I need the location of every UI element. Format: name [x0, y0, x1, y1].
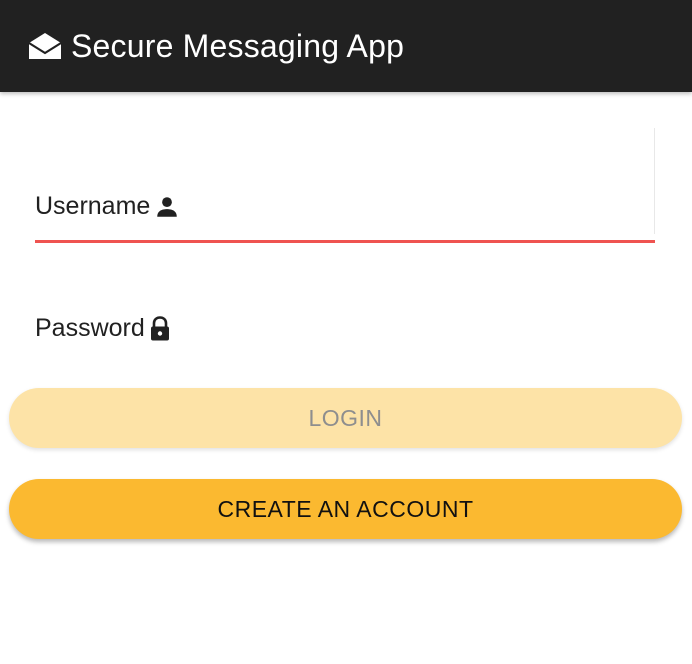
login-button[interactable]: LOGIN	[9, 388, 682, 448]
login-screen: Secure Messaging App Username Password L…	[0, 0, 692, 664]
password-label: Password	[35, 314, 145, 342]
create-account-button[interactable]: CREATE AN ACCOUNT	[9, 479, 682, 539]
username-label: Username	[35, 192, 151, 220]
envelope-open-icon	[27, 30, 63, 62]
app-title: Secure Messaging App	[71, 27, 405, 64]
username-underline	[35, 240, 655, 243]
password-label-row: Password	[35, 314, 655, 343]
username-label-row: Username	[35, 192, 655, 221]
password-field[interactable]: Password	[35, 314, 655, 354]
person-icon	[154, 194, 180, 220]
username-field[interactable]: Username	[35, 192, 655, 248]
app-bar: Secure Messaging App	[0, 0, 692, 92]
lock-icon	[149, 315, 171, 342]
